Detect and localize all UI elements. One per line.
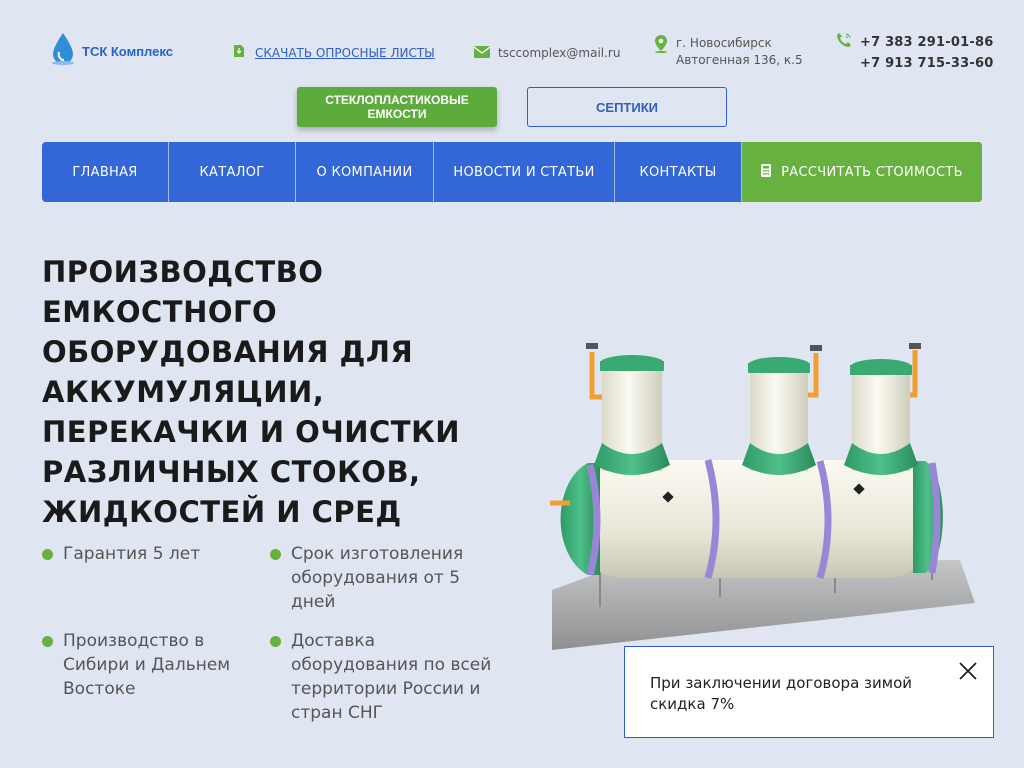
- nav-item-news[interactable]: НОВОСТИ И СТАТЬИ: [434, 142, 615, 202]
- map-pin-icon: [654, 35, 668, 69]
- phone-block: +7 383 291-01-86 +7 913 715-33-60: [836, 32, 993, 74]
- bullet-dot-icon: [42, 636, 53, 647]
- nav-item-contacts[interactable]: КОНТАКТЫ: [615, 142, 742, 202]
- phone-number-1[interactable]: +7 383 291-01-86: [860, 32, 993, 53]
- bullet-dot-icon: [42, 549, 53, 560]
- nav-item-home[interactable]: ГЛАВНАЯ: [42, 142, 169, 202]
- address-city: г. Новосибирск: [676, 36, 772, 50]
- address-block: г. Новосибирск Автогенная 136, к.5: [654, 35, 803, 69]
- calculate-cost-button[interactable]: РАССЧИТАТЬ СТОИМОСТЬ: [742, 142, 982, 202]
- download-forms-link[interactable]: СКАЧАТЬ ОПРОСНЫЕ ЛИСТЫ: [233, 43, 435, 62]
- logo-text: ТСК Комплекс: [82, 43, 173, 59]
- nav-item-catalog[interactable]: КАТАЛОГ: [169, 142, 296, 202]
- email-address[interactable]: tsccomplex@mail.ru: [498, 46, 620, 60]
- water-drop-icon: [50, 32, 76, 70]
- main-nav: ГЛАВНАЯ КАТАЛОГ О КОМПАНИИ НОВОСТИ И СТА…: [42, 142, 982, 202]
- nav-item-about[interactable]: О КОМПАНИИ: [296, 142, 434, 202]
- close-icon[interactable]: [957, 660, 979, 682]
- feature-item: Производство в Сибири и Дальнем Востоке: [42, 629, 252, 701]
- discount-notice: При заключении договора зимой скидка 7%: [624, 646, 994, 738]
- envelope-icon: [473, 43, 491, 62]
- feature-item: Гарантия 5 лет: [42, 542, 242, 566]
- septic-button[interactable]: СЕПТИКИ: [527, 87, 727, 127]
- address-street: Автогенная 136, к.5: [676, 53, 803, 67]
- logo[interactable]: ТСК Комплекс: [50, 32, 173, 70]
- notice-text: При заключении договора зимой скидка 7%: [650, 674, 912, 713]
- email-link[interactable]: tsccomplex@mail.ru: [473, 43, 620, 62]
- hero-title: ПРОИЗВОДСТВО ЕМКОСТНОГО ОБОРУДОВАНИЯ ДЛЯ…: [42, 255, 461, 529]
- calculate-cost-label: РАССЧИТАТЬ СТОИМОСТЬ: [781, 164, 963, 180]
- feature-item: Срок изготовления оборудования от 5 дней: [270, 542, 500, 614]
- tank-illustration: [540, 335, 980, 655]
- bullet-dot-icon: [270, 549, 281, 560]
- download-forms-label[interactable]: СКАЧАТЬ ОПРОСНЫЕ ЛИСТЫ: [255, 46, 435, 60]
- feature-item: Доставка оборудования по всей территории…: [270, 629, 500, 725]
- phone-number-2[interactable]: +7 913 715-33-60: [860, 53, 993, 74]
- document-icon: [233, 43, 245, 62]
- bullet-dot-icon: [270, 636, 281, 647]
- calculator-icon: [761, 163, 772, 181]
- fiberglass-tanks-button[interactable]: СТЕКЛОПЛАСТИКОВЫЕ ЕМКОСТИ: [297, 87, 497, 127]
- phone-icon: [836, 32, 852, 74]
